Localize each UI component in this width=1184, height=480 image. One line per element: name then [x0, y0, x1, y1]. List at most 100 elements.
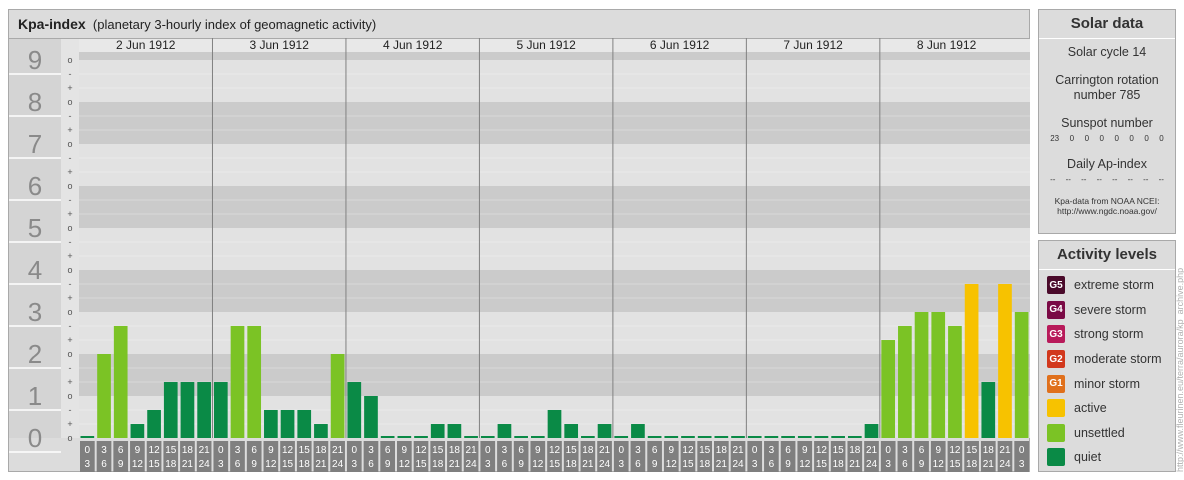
legend-label: quiet: [1074, 450, 1102, 465]
interval-start-label: 21: [466, 445, 478, 456]
day-label: 7 Jun 1912: [783, 38, 843, 52]
interval-end-label: 21: [582, 459, 594, 470]
kp-bar: [314, 424, 328, 438]
interval-end-label: 24: [599, 459, 611, 470]
kp-bar: [497, 424, 512, 438]
carrington-rotation: Carrington rotation number 785: [1055, 73, 1159, 102]
interval-start-label: 0: [352, 445, 358, 456]
kp-bar: [147, 409, 161, 438]
legend-label: minor storm: [1074, 376, 1140, 391]
interval-start-label: 18: [182, 445, 194, 456]
interval-start-label: 15: [833, 445, 845, 456]
kp-bar: [180, 382, 195, 438]
kp-bar: [480, 436, 495, 438]
y-minor-label: -: [69, 153, 72, 163]
interval-end-label: 6: [635, 459, 641, 470]
interval-start-label: 9: [935, 445, 941, 456]
kp-bar: [364, 396, 378, 438]
kp-bar: [714, 436, 729, 438]
interval-end-label: 9: [385, 459, 391, 470]
interval-end-label: 9: [118, 459, 124, 470]
interval-start-label: 18: [582, 445, 594, 456]
interval-end-label: 24: [466, 459, 478, 470]
interval-end-label: 9: [919, 459, 925, 470]
interval-start-label: 9: [135, 445, 141, 456]
interval-start-label: 9: [802, 445, 808, 456]
kpa-chart-panel: Kpa-index (planetary 3-hourly index of g…: [8, 9, 1030, 472]
interval-end-label: 18: [432, 459, 444, 470]
interval-end-label: 6: [769, 459, 775, 470]
level-band: [79, 102, 1030, 144]
kp-bar: [430, 424, 445, 438]
level-band: [79, 60, 1030, 102]
interval-end-label: 3: [85, 459, 91, 470]
solar-data-title: Solar data: [1039, 10, 1175, 39]
interval-end-label: 3: [752, 459, 758, 470]
y-minor-label: +: [67, 167, 72, 177]
interval-start-label: 3: [902, 445, 908, 456]
interval-end-label: 12: [666, 459, 678, 470]
kp-bar: [631, 424, 645, 438]
ap-value: --: [1096, 175, 1102, 184]
y-minor-label: o: [67, 223, 72, 233]
kp-bar: [347, 382, 362, 438]
interval-end-label: 21: [315, 459, 327, 470]
kp-bar: [230, 325, 245, 438]
interval-end-label: 24: [866, 459, 878, 470]
kp-bar: [163, 382, 178, 438]
interval-start-label: 12: [149, 445, 161, 456]
solar-cycle: Solar cycle 14: [1067, 45, 1147, 59]
interval-start-label: 3: [101, 445, 107, 456]
kp-bar: [664, 436, 679, 438]
interval-end-label: 15: [816, 459, 828, 470]
y-minor-label: o: [67, 391, 72, 401]
kp-bar: [898, 325, 912, 438]
legend-item: G5 extreme storm: [1039, 273, 1175, 298]
kp-bar: [397, 436, 412, 438]
kp-bar: [731, 436, 745, 438]
y-minor-label: -: [69, 405, 72, 415]
interval-start-label: 18: [849, 445, 861, 456]
watermark-url: http://www.fleurinen.eu/terra/aurora/kp_…: [1175, 267, 1184, 472]
interval-start-label: 21: [599, 445, 611, 456]
kp-bar: [998, 283, 1012, 438]
interval-end-label: 18: [566, 459, 578, 470]
y-minor-label: o: [67, 97, 72, 107]
day-label: 6 Jun 1912: [650, 38, 710, 52]
interval-start-label: 21: [732, 445, 744, 456]
ap-value: --: [1158, 175, 1164, 184]
level-band: [79, 228, 1030, 270]
kp-bar: [981, 382, 996, 438]
kp-bar: [597, 424, 612, 438]
legend-swatch: G3: [1047, 325, 1065, 344]
legend-label: extreme storm: [1074, 278, 1154, 293]
legend-label: severe storm: [1074, 302, 1147, 317]
sunspot-values: 23 0 0 0 0 0 0 0: [1039, 134, 1175, 143]
source-url[interactable]: http://www.ngdc.noaa.gov/: [1039, 206, 1175, 216]
interval-start-label: 15: [165, 445, 177, 456]
legend-item: G3 strong storm: [1039, 322, 1175, 347]
interval-end-label: 21: [983, 459, 995, 470]
kp-bar: [797, 436, 812, 438]
kp-bar: [697, 436, 712, 438]
interval-end-label: 9: [652, 459, 658, 470]
y-minor-label: +: [67, 251, 72, 261]
y-minor-label: -: [69, 321, 72, 331]
interval-start-label: 12: [415, 445, 427, 456]
legend-item: unsettled: [1039, 421, 1175, 446]
interval-end-label: 6: [902, 459, 908, 470]
interval-end-label: 12: [933, 459, 945, 470]
y-minor-label: -: [69, 279, 72, 289]
interval-end-label: 3: [885, 459, 891, 470]
legend-swatch: G5: [1047, 276, 1065, 295]
y-tick-label: 1: [28, 381, 42, 411]
ap-value: --: [1065, 175, 1071, 184]
legend-swatch: [1047, 423, 1065, 442]
interval-start-label: 6: [118, 445, 124, 456]
activity-legend: G5 extreme storm G4 severe storm G3 strong st…: [1039, 270, 1175, 470]
day-label: 2 Jun 1912: [116, 38, 176, 52]
sunspot-value: 0: [1144, 134, 1149, 143]
kp-bar: [380, 436, 395, 438]
source-note: Kpa-data from NOAA NCEI:: [1054, 196, 1160, 206]
interval-start-label: 3: [235, 445, 241, 456]
